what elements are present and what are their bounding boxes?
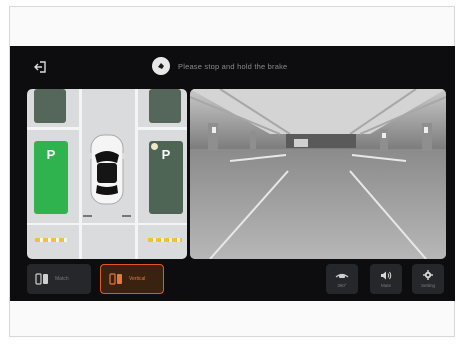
mode-label: Match (55, 276, 69, 282)
rear-camera-view (190, 89, 446, 259)
parking-bay-occupied (34, 89, 66, 123)
lane-line (135, 89, 138, 259)
parking-stopper (35, 238, 67, 242)
marker-dot (151, 143, 158, 150)
brake-notice: Please stop and hold the brake (152, 57, 287, 75)
mode-match-button[interactable]: Match (27, 264, 91, 294)
bay-line (135, 127, 187, 130)
parking-overview[interactable]: P P (27, 89, 187, 259)
bay-label: P (46, 147, 56, 162)
parking-bay-selected[interactable]: P (34, 141, 68, 214)
parking-stopper (148, 238, 182, 242)
car-top-view-icon (89, 134, 125, 205)
notice-text: Please stop and hold the brake (178, 61, 288, 71)
control-label: Mute (380, 282, 391, 288)
mode-vertical-button[interactable]: Vertical (100, 264, 164, 294)
control-label: Setting (420, 283, 435, 288)
car-view-icon (335, 271, 349, 280)
parking-bay-available[interactable]: P (149, 141, 183, 214)
parking-mode-icon (35, 272, 49, 286)
bay-line (27, 223, 187, 225)
gear-icon (423, 270, 433, 280)
settings-button[interactable]: Setting (412, 264, 444, 294)
wheel-stop (122, 215, 131, 217)
mode-label: Vertical (129, 276, 146, 282)
speaker-icon (380, 271, 392, 280)
bay-line (27, 127, 80, 130)
parking-bay-occupied (149, 89, 181, 123)
lane-line (79, 89, 82, 259)
sound-button[interactable]: Mute (370, 264, 402, 294)
control-label: 360° (337, 282, 347, 288)
view-toggle-button[interactable]: 360° (326, 264, 358, 294)
parking-mode-icon (109, 272, 123, 286)
parking-assist-screen: Please stop and hold the brake P P Match… (10, 46, 455, 301)
wheel-stop (83, 215, 92, 217)
exit-icon[interactable] (33, 60, 47, 74)
brake-hold-icon (152, 57, 170, 75)
